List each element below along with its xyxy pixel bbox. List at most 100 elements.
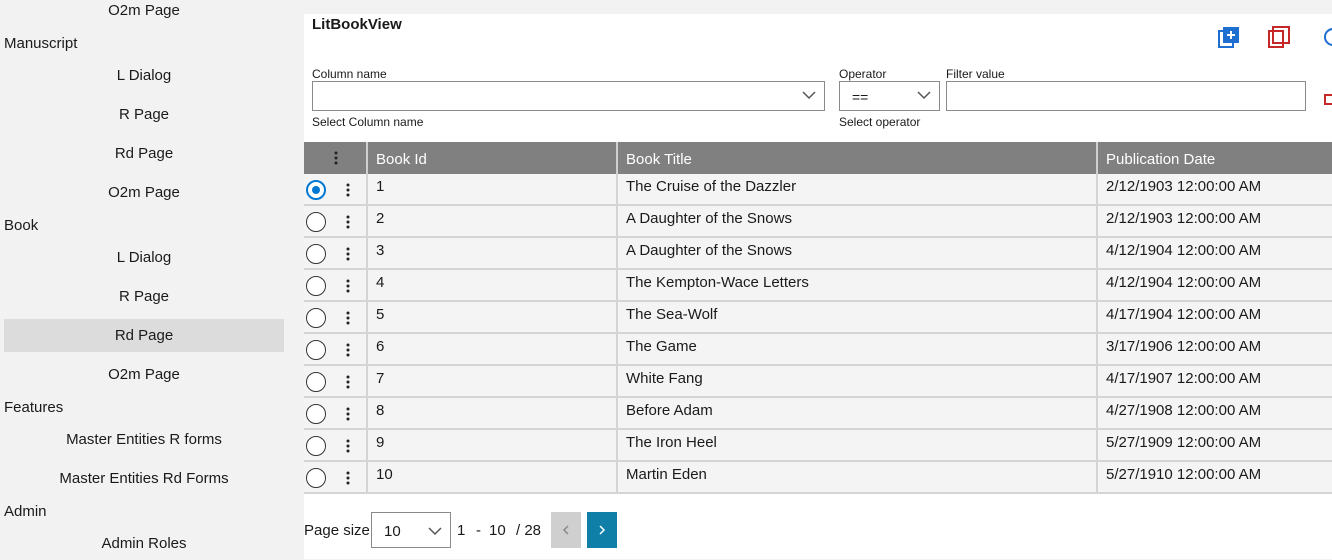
cell-publication-date: 4/17/1904 12:00:00 AM — [1106, 306, 1262, 323]
row-select-radio[interactable] — [306, 372, 326, 392]
row-select-radio[interactable] — [306, 244, 326, 264]
cell-book-id: 5 — [368, 302, 618, 332]
main-panel: LitBookView Column name Select Column na… — [304, 14, 1332, 559]
cell-book-id: 9 — [368, 430, 618, 460]
row-select-radio[interactable] — [306, 404, 326, 424]
operator-select[interactable]: == — [839, 81, 940, 111]
more-vertical-icon[interactable] — [346, 343, 350, 357]
cell-book-id: 4 — [368, 270, 618, 300]
refresh-button[interactable] — [1318, 24, 1332, 50]
row-select-radio[interactable] — [306, 436, 326, 456]
column-name-select[interactable] — [312, 81, 825, 111]
add-icon — [1218, 27, 1239, 48]
row-menu-header[interactable] — [304, 142, 368, 174]
more-vertical-icon[interactable] — [346, 375, 350, 389]
sidebar-item-o2m-page[interactable]: O2m Page — [4, 176, 284, 209]
trash-icon — [1324, 94, 1332, 105]
table-row[interactable]: 2A Daughter of the Snows 2/12/1903 12:00:… — [304, 206, 1332, 238]
more-vertical-icon[interactable] — [346, 279, 350, 293]
sidebar-item-rd-page[interactable]: Rd Page — [4, 137, 284, 170]
row-select-radio[interactable] — [306, 212, 326, 232]
column-header-publication-date[interactable]: Publication Date — [1098, 142, 1332, 174]
cell-book-id: 10 — [368, 462, 618, 492]
cell-book-title: Martin Eden — [618, 462, 1098, 492]
more-vertical-icon — [334, 151, 338, 165]
sidebar-item-l-dialog[interactable]: L Dialog — [4, 59, 284, 92]
sidebar-section-book[interactable]: Book — [4, 216, 38, 236]
row-select-radio[interactable] — [306, 340, 326, 360]
sidebar-item-r-page[interactable]: R Page — [4, 280, 284, 313]
page-size-select[interactable]: 10 — [371, 512, 451, 548]
cell-publication-date: 4/12/1904 12:00:00 AM — [1106, 242, 1262, 259]
sidebar-item-r-page[interactable]: R Page — [4, 98, 284, 131]
sidebar-section-admin[interactable]: Admin — [4, 502, 47, 522]
table-row[interactable]: 4 The Kempton-Wace Letters 4/12/1904 12:00… — [304, 270, 1332, 302]
column-header-book-title[interactable]: Book Title — [618, 142, 1098, 174]
chevron-down-icon — [802, 91, 816, 100]
more-vertical-icon[interactable] — [346, 471, 350, 485]
page-title: LitBookView — [312, 16, 402, 33]
sidebar-item-o2m-page[interactable]: O2m Page — [4, 0, 284, 27]
sidebar-item-master-entities-r-forms[interactable]: Master Entities R forms — [4, 423, 284, 456]
cell-book-id: 2 — [368, 206, 618, 236]
operator-value: == — [852, 89, 869, 105]
pager: Page size 10 1 - 10 / 28 — [304, 512, 904, 548]
sidebar-item-rd-page[interactable]: Rd Page — [4, 319, 284, 352]
more-vertical-icon[interactable] — [346, 183, 350, 197]
previous-page-button[interactable] — [551, 512, 581, 548]
cell-book-id: 6 — [368, 334, 618, 364]
row-controls — [304, 366, 368, 396]
cell-book-id: 8 — [368, 398, 618, 428]
cell-book-title: A Daughter of the Snows — [618, 238, 1098, 268]
table-row[interactable]: 3A Daughter of the Snows 4/12/1904 12:00:… — [304, 238, 1332, 270]
more-vertical-icon[interactable] — [346, 215, 350, 229]
row-select-radio[interactable] — [306, 308, 326, 328]
total-count: / 28 — [516, 522, 542, 539]
more-vertical-icon[interactable] — [346, 247, 350, 261]
range-dash: - — [476, 522, 481, 539]
table-row[interactable]: 5 The Sea-Wolf 4/17/1904 12:00:00 AM — [304, 302, 1332, 334]
sidebar-item-l-dialog[interactable]: L Dialog — [4, 241, 284, 274]
sidebar-item-master-entities-rd-forms[interactable]: Master Entities Rd Forms — [4, 462, 284, 495]
next-page-button[interactable] — [587, 512, 617, 548]
add-record-button[interactable] — [1216, 24, 1242, 50]
more-vertical-icon[interactable] — [346, 407, 350, 421]
table-row[interactable]: 1 The Cruise of the Dazzler 2/12/1903 12:0… — [304, 174, 1332, 206]
clear-filter-button[interactable] — [1324, 92, 1332, 110]
table-row[interactable]: 8 Before Adam 4/27/1908 12:00:00 AM — [304, 398, 1332, 430]
table-row[interactable]: 7 White Fang 4/17/1907 12:00:00 AM — [304, 366, 1332, 398]
row-controls — [304, 398, 368, 428]
table-row[interactable]: 10 Martin Eden 5/27/1910 12:00:00 AM — [304, 462, 1332, 494]
cell-book-title: The Cruise of the Dazzler — [618, 174, 1098, 204]
table-row[interactable]: 6 The Game 3/17/1906 12:00:00 AM — [304, 334, 1332, 366]
cell-book-id: 1 — [368, 174, 618, 204]
row-controls — [304, 302, 368, 332]
cell-publication-date: 2/12/1903 12:00:00 AM — [1106, 210, 1262, 227]
range-end: 10 — [489, 522, 506, 539]
row-controls — [304, 174, 368, 204]
copy-icon — [1268, 26, 1290, 48]
cell-book-title: The Sea-Wolf — [618, 302, 1098, 332]
table-row[interactable]: 9 The Iron Heel 5/27/1909 12:00:00 AM — [304, 430, 1332, 462]
sidebar-section-features[interactable]: Features — [4, 398, 63, 418]
operator-hint: Select operator — [839, 115, 921, 129]
more-vertical-icon[interactable] — [346, 439, 350, 453]
cell-book-title: A Daughter of the Snows — [618, 206, 1098, 236]
filter-value-input[interactable] — [946, 81, 1306, 111]
sidebar-section-manuscript[interactable]: Manuscript — [4, 34, 77, 54]
cell-publication-date: 4/17/1907 12:00:00 AM — [1106, 370, 1262, 387]
row-select-radio[interactable] — [306, 468, 326, 488]
delete-record-button[interactable] — [1266, 24, 1292, 50]
column-header-book-id[interactable]: Book Id — [368, 142, 618, 174]
page-size-label: Page size — [304, 522, 370, 539]
cell-book-title: The Kempton-Wace Letters — [618, 270, 1098, 300]
sidebar-item-o2m-page[interactable]: O2m Page — [4, 358, 284, 391]
refresh-icon — [1324, 28, 1332, 46]
sidebar-item-admin-roles[interactable]: Admin Roles — [4, 527, 284, 560]
cell-book-id: 3 — [368, 238, 618, 268]
row-select-radio[interactable] — [306, 276, 326, 296]
cell-publication-date: 3/17/1906 12:00:00 AM — [1106, 338, 1262, 355]
row-select-radio[interactable] — [306, 180, 326, 200]
more-vertical-icon[interactable] — [346, 311, 350, 325]
cell-book-id: 7 — [368, 366, 618, 396]
